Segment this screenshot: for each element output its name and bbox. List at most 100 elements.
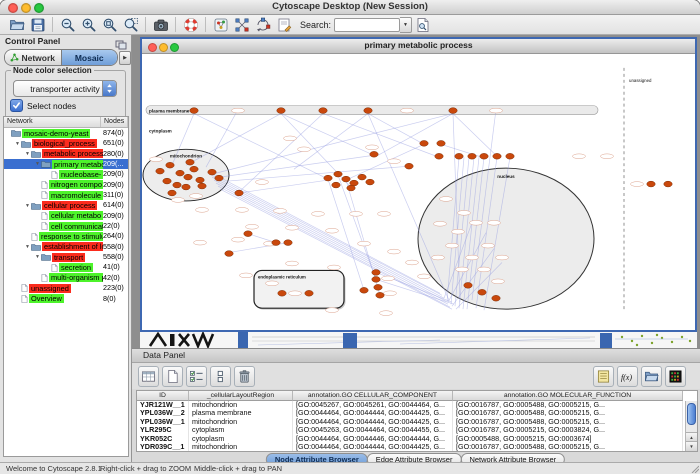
zoom-fit-icon[interactable] bbox=[101, 16, 118, 33]
network-view-frame[interactable]: primary metabolic process plasma membran… bbox=[140, 37, 697, 332]
snapshot-icon[interactable] bbox=[152, 16, 169, 33]
tree-row[interactable]: ▼biological_process651(0) bbox=[4, 138, 128, 148]
overview-icon[interactable] bbox=[212, 16, 229, 33]
tab-mosaic[interactable]: Mosaic bbox=[62, 50, 118, 65]
search-input[interactable] bbox=[334, 18, 400, 32]
gene-node[interactable] bbox=[173, 182, 181, 188]
gene-node[interactable] bbox=[334, 171, 342, 177]
help-icon[interactable] bbox=[182, 16, 199, 33]
batch-editor-icon[interactable] bbox=[593, 366, 614, 387]
layout-scale-icon[interactable] bbox=[233, 16, 250, 33]
tree-column-network[interactable]: Network bbox=[4, 117, 101, 127]
table-row[interactable]: YPL036W__2plasma membrane[GO:0044464, GO… bbox=[137, 409, 697, 417]
delete-attribute-icon[interactable] bbox=[234, 366, 255, 387]
tree-row[interactable]: macromolecule311(0) bbox=[4, 190, 128, 200]
table-scrollbar-thumb[interactable] bbox=[687, 403, 696, 425]
gene-node[interactable] bbox=[342, 176, 350, 182]
tree-column-nodes[interactable]: Nodes bbox=[101, 117, 128, 127]
gene-node[interactable] bbox=[319, 108, 327, 114]
gene-node[interactable] bbox=[176, 170, 184, 176]
gene-node[interactable] bbox=[492, 295, 500, 301]
gene-node[interactable] bbox=[186, 159, 194, 165]
zoom-out-icon[interactable] bbox=[59, 16, 76, 33]
unselect-attributes-icon[interactable] bbox=[210, 366, 231, 387]
expander-icon[interactable]: ▼ bbox=[4, 203, 30, 209]
search-config-icon[interactable] bbox=[414, 16, 431, 33]
tree-row[interactable]: ▼transport558(0) bbox=[4, 252, 128, 262]
tree-row[interactable]: secretion41(0) bbox=[4, 262, 128, 272]
float-panel-icon[interactable] bbox=[115, 37, 127, 47]
tree-row[interactable]: ▼cellular process614(0) bbox=[4, 200, 128, 210]
layout-rotate-icon[interactable] bbox=[254, 16, 271, 33]
gene-node[interactable] bbox=[332, 182, 340, 188]
network-graph[interactable]: plasma membranecytoplasmmitochondrionnuc… bbox=[142, 54, 695, 330]
expander-icon[interactable]: ▼ bbox=[4, 151, 30, 157]
attribute-table-icon[interactable] bbox=[138, 366, 159, 387]
gene-node[interactable] bbox=[347, 185, 355, 191]
expander-icon[interactable]: ▼ bbox=[4, 161, 40, 167]
column-header[interactable]: annotation.GO CELLULAR_COMPONENT bbox=[293, 391, 453, 401]
gene-node[interactable] bbox=[364, 108, 372, 114]
gene-node[interactable] bbox=[235, 190, 243, 196]
gene-node[interactable] bbox=[208, 169, 216, 175]
import-attributes-icon[interactable] bbox=[641, 366, 662, 387]
gene-node[interactable] bbox=[277, 108, 285, 114]
gene-node[interactable] bbox=[324, 175, 332, 181]
tree-row[interactable]: response to stimulu264(0) bbox=[4, 231, 128, 241]
tree-row[interactable]: cell communicat22(0) bbox=[4, 221, 128, 231]
gene-node[interactable] bbox=[420, 140, 428, 146]
gene-node[interactable] bbox=[278, 290, 286, 296]
gene-node[interactable] bbox=[506, 153, 514, 159]
tree-row[interactable]: cellular metabo209(0) bbox=[4, 211, 128, 221]
tree-row[interactable]: ▼primary metabo209(... bbox=[4, 159, 128, 169]
gene-node[interactable] bbox=[198, 183, 206, 189]
gene-node[interactable] bbox=[366, 179, 374, 185]
gene-node[interactable] bbox=[182, 184, 190, 190]
expander-icon[interactable]: ▼ bbox=[4, 244, 30, 250]
column-header[interactable]: ID bbox=[137, 391, 189, 401]
zoom-in-icon[interactable] bbox=[80, 16, 97, 33]
gene-node[interactable] bbox=[437, 140, 445, 146]
table-row[interactable]: YKR052Ccytoplasm[GO:0044464, GO:0044446,… bbox=[137, 435, 697, 443]
gene-node[interactable] bbox=[284, 240, 292, 246]
gene-node[interactable] bbox=[647, 181, 655, 187]
table-row[interactable]: YJR121W__1mitochondrion[GO:0045267, GO:0… bbox=[137, 401, 697, 409]
table-scrollbar[interactable]: ▲ ▼ bbox=[685, 401, 697, 451]
gene-node[interactable] bbox=[196, 177, 204, 183]
gene-node[interactable] bbox=[405, 163, 413, 169]
gene-node[interactable] bbox=[305, 290, 313, 296]
gene-node[interactable] bbox=[493, 153, 501, 159]
gene-node[interactable] bbox=[372, 270, 380, 276]
gene-node[interactable] bbox=[225, 251, 233, 257]
resize-grip[interactable] bbox=[690, 464, 699, 473]
gene-node[interactable] bbox=[184, 174, 192, 180]
save-icon[interactable] bbox=[29, 16, 46, 33]
table-row[interactable]: YLR295Ccytoplasm[GO:0045263, GO:0044464,… bbox=[137, 426, 697, 434]
annotation-icon[interactable] bbox=[275, 16, 292, 33]
window-titlebar[interactable]: Cytoscape Desktop (New Session) bbox=[0, 0, 700, 15]
select-attributes-icon[interactable] bbox=[186, 366, 207, 387]
gene-node[interactable] bbox=[163, 178, 171, 184]
gene-node[interactable] bbox=[376, 292, 384, 298]
tree-row[interactable]: ▼metabolic process280(0) bbox=[4, 149, 128, 159]
tab-scroll-right-button[interactable]: ▶ bbox=[119, 51, 131, 65]
data-panel-title[interactable]: Data Panel bbox=[132, 349, 700, 363]
column-header[interactable]: annotation.GO MOLECULAR_FUNCTION bbox=[453, 391, 683, 401]
table-row[interactable]: YPL036W__1mitochondrion[GO:0044464, GO:0… bbox=[137, 418, 697, 426]
gene-node[interactable] bbox=[464, 282, 472, 288]
expander-icon[interactable]: ▼ bbox=[4, 141, 20, 147]
zoom-region-icon[interactable] bbox=[122, 16, 139, 33]
gene-node[interactable] bbox=[156, 168, 164, 174]
gene-node[interactable] bbox=[449, 108, 457, 114]
new-attribute-icon[interactable] bbox=[162, 366, 183, 387]
network-canvas[interactable]: plasma membranecytoplasmmitochondrionnuc… bbox=[142, 54, 695, 330]
tree-row[interactable]: mosaic-demo-yeast874(0) bbox=[4, 128, 128, 138]
gene-node[interactable] bbox=[215, 175, 223, 181]
tree-row[interactable]: nucleobase-209(0) bbox=[4, 169, 128, 179]
gene-node[interactable] bbox=[374, 284, 382, 290]
tree-row[interactable]: ▼establishment of lo558(0) bbox=[4, 242, 128, 252]
tree-row[interactable]: unassigned223(0) bbox=[4, 283, 128, 293]
gene-node[interactable] bbox=[190, 108, 198, 114]
gene-node[interactable] bbox=[372, 276, 380, 282]
column-header[interactable]: _cellularLayoutRegion bbox=[189, 391, 293, 401]
